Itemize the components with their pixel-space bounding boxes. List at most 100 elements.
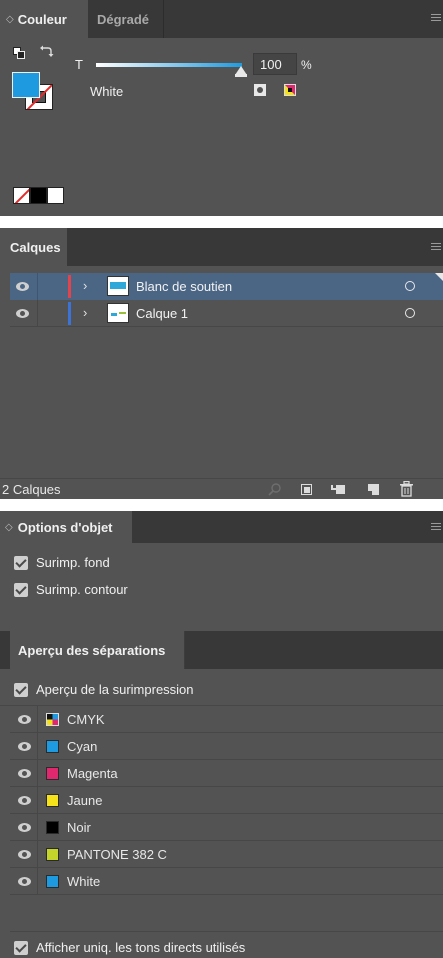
ink-row[interactable]: CMYK	[10, 706, 443, 733]
layer-name[interactable]: Calque 1	[136, 306, 188, 321]
fill-box[interactable]	[12, 72, 40, 98]
color-panel: ◇ Couleur Dégradé T 100 % White	[0, 0, 443, 216]
expand-chevron-icon[interactable]: ›	[83, 305, 87, 320]
layers-panel: Calques › Blanc de soutien › Calque 1 2 …	[0, 228, 443, 499]
eye-icon[interactable]	[18, 823, 31, 832]
separations-panel: Aperçu des séparations Aperçu de la suri…	[0, 631, 443, 958]
collapse-arrows-icon[interactable]: ◇	[6, 14, 14, 25]
collapse-arrows-icon[interactable]: ◇	[5, 522, 13, 533]
ink-row[interactable]: Noir	[10, 814, 443, 841]
color-panel-tabbar: ◇ Couleur Dégradé	[0, 0, 443, 38]
tint-slider-track[interactable]	[96, 63, 242, 67]
ink-name: PANTONE 382 C	[67, 847, 167, 862]
ink-visibility-cell	[10, 733, 38, 760]
white-swatch[interactable]	[47, 187, 64, 204]
new-layer-icon[interactable]	[368, 484, 379, 495]
ink-list: CMYK Cyan Magenta Jaune Noir PANTONE 382 C Whi…	[0, 706, 443, 926]
overprint-fill-checkbox[interactable]	[14, 556, 28, 570]
selection-corner-icon	[435, 273, 443, 281]
percent-sign: %	[301, 58, 312, 72]
tab-calques-label: Calques	[10, 239, 61, 255]
ink-list-bottom-border	[10, 931, 443, 932]
layer-row[interactable]: › Blanc de soutien	[10, 273, 443, 300]
none-swatch[interactable]	[13, 187, 30, 204]
layers-panel-tabbar: Calques	[0, 228, 443, 266]
tab-couleur[interactable]: ◇ Couleur	[0, 0, 88, 38]
ink-swatch	[46, 767, 59, 780]
ink-visibility-cell	[10, 787, 38, 814]
ink-row[interactable]: White	[10, 868, 443, 895]
overprint-preview-label: Aperçu de la surimpression	[36, 682, 194, 697]
ink-swatch	[46, 794, 59, 807]
panel-menu-icon[interactable]	[431, 523, 441, 532]
ink-row[interactable]: Magenta	[10, 760, 443, 787]
ink-name: Noir	[67, 820, 91, 835]
layer-thumbnail	[107, 276, 129, 296]
ink-row[interactable]: Cyan	[10, 733, 443, 760]
ink-visibility-cell	[10, 760, 38, 787]
show-spot-colors-checkbox[interactable]	[14, 941, 28, 955]
expand-chevron-icon[interactable]: ›	[83, 278, 87, 293]
panel-menu-icon[interactable]	[431, 14, 441, 23]
tab-apercu-label: Aperçu des séparations	[18, 642, 166, 658]
layer-row[interactable]: › Calque 1	[10, 300, 443, 327]
spot-color-icon	[254, 84, 266, 96]
layer-name[interactable]: Blanc de soutien	[136, 279, 232, 294]
overprint-stroke-label: Surimp. contour	[36, 582, 128, 597]
overprint-fill-label: Surimp. fond	[36, 555, 110, 570]
ink-swatch	[46, 821, 59, 834]
ink-swatch	[46, 848, 59, 861]
ink-swatch	[46, 713, 59, 726]
tab-calques[interactable]: Calques	[0, 228, 67, 266]
cmyk-mode-icon	[284, 84, 296, 96]
ink-visibility-cell	[10, 841, 38, 868]
panel-menu-icon[interactable]	[431, 243, 441, 252]
ink-name: Magenta	[67, 766, 118, 781]
eye-icon[interactable]	[18, 769, 31, 778]
ink-row[interactable]: PANTONE 382 C	[10, 841, 443, 868]
target-circle-icon[interactable]	[405, 308, 415, 318]
black-swatch[interactable]	[30, 187, 47, 204]
ink-visibility-cell	[10, 814, 38, 841]
layer-count: 2 Calques	[2, 482, 61, 497]
overprint-preview-checkbox[interactable]	[14, 683, 28, 697]
eye-icon[interactable]	[18, 715, 31, 724]
new-sublayer-icon[interactable]	[331, 484, 345, 495]
ink-visibility-cell	[10, 706, 38, 733]
eye-icon[interactable]	[18, 796, 31, 805]
eye-icon[interactable]	[18, 742, 31, 751]
search-icon[interactable]	[268, 482, 282, 496]
ink-visibility-cell	[10, 868, 38, 895]
overprint-stroke-checkbox[interactable]	[14, 583, 28, 597]
layer-color-bar	[68, 302, 71, 325]
tab-apercu-separations[interactable]: Aperçu des séparations	[10, 631, 185, 669]
eye-icon[interactable]	[16, 309, 29, 318]
tint-value: 100	[260, 57, 282, 72]
tab-degrade[interactable]: Dégradé	[88, 0, 164, 38]
layer-thumbnail	[107, 303, 129, 323]
layers-status-bar: 2 Calques	[0, 478, 443, 499]
tint-slider-handle-base	[235, 74, 247, 77]
separations-tabbar: Aperçu des séparations	[0, 631, 443, 669]
ink-row[interactable]: Jaune	[10, 787, 443, 814]
ink-name: Jaune	[67, 793, 103, 808]
swatch-name: White	[90, 84, 124, 99]
tint-label: T	[75, 57, 83, 72]
tint-input[interactable]: 100	[253, 53, 297, 75]
eye-icon[interactable]	[18, 877, 31, 886]
trash-icon[interactable]	[400, 481, 413, 497]
target-circle-icon[interactable]	[405, 281, 415, 291]
eye-icon[interactable]	[18, 850, 31, 859]
eye-icon[interactable]	[16, 282, 29, 291]
locate-object-icon[interactable]	[301, 484, 312, 495]
object-options-tabbar: ◇ Options d'objet	[0, 511, 443, 543]
tab-couleur-label: Couleur	[17, 11, 67, 27]
default-colors-icon[interactable]	[13, 47, 25, 59]
ink-name: White	[67, 874, 101, 889]
swap-colors-icon[interactable]	[40, 44, 54, 58]
tab-degrade-label: Dégradé	[97, 11, 150, 27]
ink-name: CMYK	[67, 712, 105, 727]
tab-options-objet[interactable]: ◇ Options d'objet	[0, 511, 132, 543]
ink-swatch	[46, 875, 59, 888]
ink-swatch	[46, 740, 59, 753]
